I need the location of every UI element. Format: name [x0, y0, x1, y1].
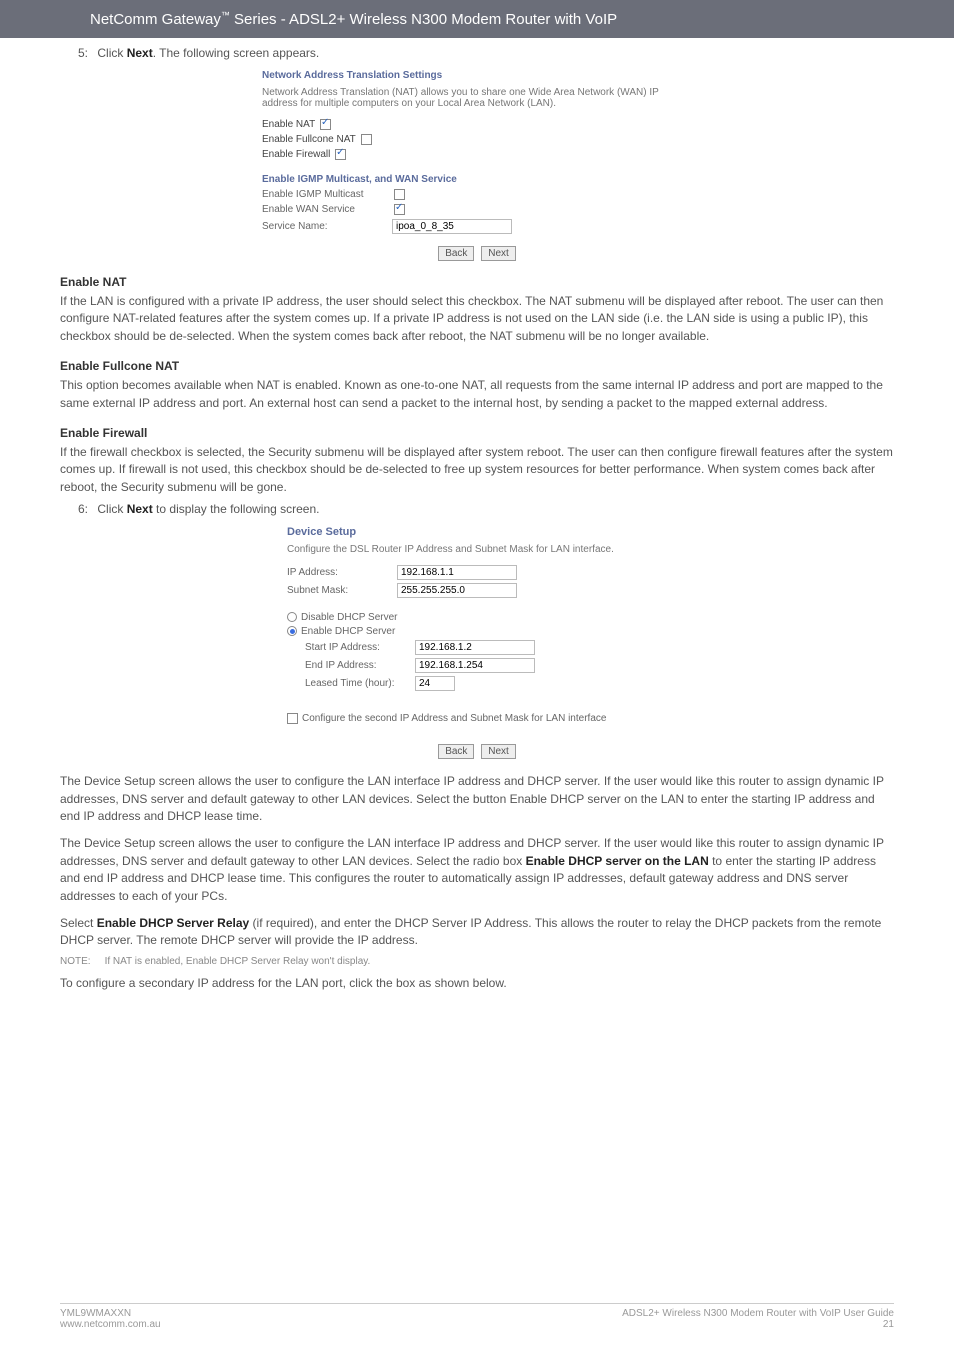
lease-row: Leased Time (hour): — [305, 676, 667, 691]
step6-bold: Next — [127, 502, 153, 516]
wan-service-row: Enable WAN Service — [262, 204, 692, 215]
mask-input[interactable] — [397, 583, 517, 598]
service-name-label: Service Name: — [262, 221, 392, 232]
start-ip-label: Start IP Address: — [305, 642, 415, 653]
next-button-2[interactable]: Next — [481, 744, 516, 759]
step5-bold: Next — [127, 46, 153, 60]
step5-num: 5: — [78, 46, 88, 60]
ip-label: IP Address: — [287, 567, 397, 578]
shot1-desc: Network Address Translation (NAT) allows… — [262, 87, 692, 109]
end-ip-input[interactable] — [415, 658, 535, 673]
igmp-row: Enable IGMP Multicast — [262, 189, 692, 200]
header-suffix: Series - ADSL2+ Wireless N300 Modem Rout… — [230, 11, 617, 28]
page-footer: YML9WMAXXN www.netcomm.com.au ADSL2+ Wir… — [60, 1303, 894, 1330]
footer-doc-title: ADSL2+ Wireless N300 Modem Router with V… — [622, 1308, 894, 1319]
enable-fullcone-checkbox[interactable] — [361, 134, 372, 145]
lease-input[interactable] — [415, 676, 455, 691]
fullcone-head: Enable Fullcone NAT — [60, 359, 894, 373]
page-content: 5: Click Next. The following screen appe… — [0, 38, 954, 992]
step6-num: 6: — [78, 502, 88, 516]
disable-dhcp-row: Disable DHCP Server — [287, 612, 667, 623]
firewall-head: Enable Firewall — [60, 426, 894, 440]
step-6: 6: Click Next to display the following s… — [78, 502, 894, 516]
igmp-checkbox[interactable] — [394, 189, 405, 200]
step5-pre: Click — [97, 46, 126, 60]
fullcone-section: Enable Fullcone NAT This option becomes … — [60, 359, 894, 412]
note-line: NOTE: If NAT is enabled, Enable DHCP Serv… — [60, 956, 894, 967]
step-5: 5: Click Next. The following screen appe… — [78, 46, 894, 60]
end-ip-row: End IP Address: — [305, 658, 667, 673]
back-button-2[interactable]: Back — [438, 744, 474, 759]
shot2-desc: Configure the DSL Router IP Address and … — [287, 544, 667, 555]
service-name-row: Service Name: — [262, 219, 692, 234]
enable-nat-row: Enable NAT — [262, 119, 692, 130]
second-ip-label: Configure the second IP Address and Subn… — [302, 713, 606, 724]
enable-nat-label: Enable NAT — [262, 119, 315, 130]
lease-label: Leased Time (hour): — [305, 678, 415, 689]
step6-post: to display the following screen. — [153, 502, 320, 516]
ip-input[interactable] — [397, 565, 517, 580]
mask-label: Subnet Mask: — [287, 585, 397, 596]
shot1-subhead: Enable IGMP Multicast, and WAN Service — [262, 174, 692, 185]
enable-dhcp-label: Enable DHCP Server — [301, 626, 395, 637]
note-label: NOTE: — [60, 956, 91, 967]
enable-dhcp-row: Enable DHCP Server — [287, 626, 667, 637]
mask-row: Subnet Mask: — [287, 583, 667, 598]
igmp-label: Enable IGMP Multicast — [262, 189, 392, 200]
step6-pre: Click — [97, 502, 126, 516]
footer-right: ADSL2+ Wireless N300 Modem Router with V… — [622, 1308, 894, 1330]
enable-nat-head: Enable NAT — [60, 275, 894, 289]
firewall-section: Enable Firewall If the firewall checkbox… — [60, 426, 894, 496]
para2-bold: Enable DHCP server on the LAN — [526, 854, 709, 868]
header-prefix: NetComm Gateway — [90, 11, 221, 28]
nat-settings-screenshot: Network Address Translation Settings Net… — [262, 70, 692, 261]
enable-fullcone-row: Enable Fullcone NAT — [262, 134, 692, 145]
para-3: Select Enable DHCP Server Relay (if requ… — [60, 915, 894, 950]
disable-dhcp-radio[interactable] — [287, 612, 297, 622]
para-2: The Device Setup screen allows the user … — [60, 835, 894, 905]
enable-dhcp-radio[interactable] — [287, 626, 297, 636]
note-text: If NAT is enabled, Enable DHCP Server Re… — [105, 956, 371, 967]
para3-pre: Select — [60, 916, 97, 930]
start-ip-row: Start IP Address: — [305, 640, 667, 655]
enable-firewall-row: Enable Firewall — [262, 149, 692, 160]
enable-nat-checkbox[interactable] — [320, 119, 331, 130]
shot2-title: Device Setup — [287, 526, 667, 538]
disable-dhcp-label: Disable DHCP Server — [301, 612, 398, 623]
enable-firewall-label: Enable Firewall — [262, 149, 330, 160]
para3-bold: Enable DHCP Server Relay — [97, 916, 250, 930]
shot1-buttons: Back Next — [262, 246, 692, 261]
enable-nat-section: Enable NAT If the LAN is configured with… — [60, 275, 894, 345]
shot1-title: Network Address Translation Settings — [262, 70, 692, 81]
step5-post: . The following screen appears. — [153, 46, 320, 60]
back-button[interactable]: Back — [438, 246, 474, 261]
para-1: The Device Setup screen allows the user … — [60, 773, 894, 825]
enable-fullcone-label: Enable Fullcone NAT — [262, 134, 356, 145]
footer-left: YML9WMAXXN www.netcomm.com.au — [60, 1308, 161, 1330]
firewall-body: If the firewall checkbox is selected, th… — [60, 444, 894, 496]
wan-service-label: Enable WAN Service — [262, 204, 392, 215]
start-ip-input[interactable] — [415, 640, 535, 655]
footer-code: YML9WMAXXN — [60, 1308, 161, 1319]
second-ip-checkbox[interactable] — [287, 713, 298, 724]
end-ip-label: End IP Address: — [305, 660, 415, 671]
next-button[interactable]: Next — [481, 246, 516, 261]
fullcone-body: This option becomes available when NAT i… — [60, 377, 894, 412]
doc-header: NetComm Gateway™ Series - ADSL2+ Wireles… — [0, 0, 954, 38]
shot2-buttons: Back Next — [287, 744, 667, 759]
service-name-input[interactable] — [392, 219, 512, 234]
footer-page-num: 21 — [622, 1319, 894, 1330]
device-setup-screenshot: Device Setup Configure the DSL Router IP… — [287, 526, 667, 759]
ip-row: IP Address: — [287, 565, 667, 580]
wan-service-checkbox[interactable] — [394, 204, 405, 215]
tm-mark: ™ — [221, 10, 230, 20]
enable-nat-body: If the LAN is configured with a private … — [60, 293, 894, 345]
enable-firewall-checkbox[interactable] — [335, 149, 346, 160]
footer-url: www.netcomm.com.au — [60, 1319, 161, 1330]
para-4: To configure a secondary IP address for … — [60, 975, 894, 992]
second-ip-row: Configure the second IP Address and Subn… — [287, 713, 667, 724]
